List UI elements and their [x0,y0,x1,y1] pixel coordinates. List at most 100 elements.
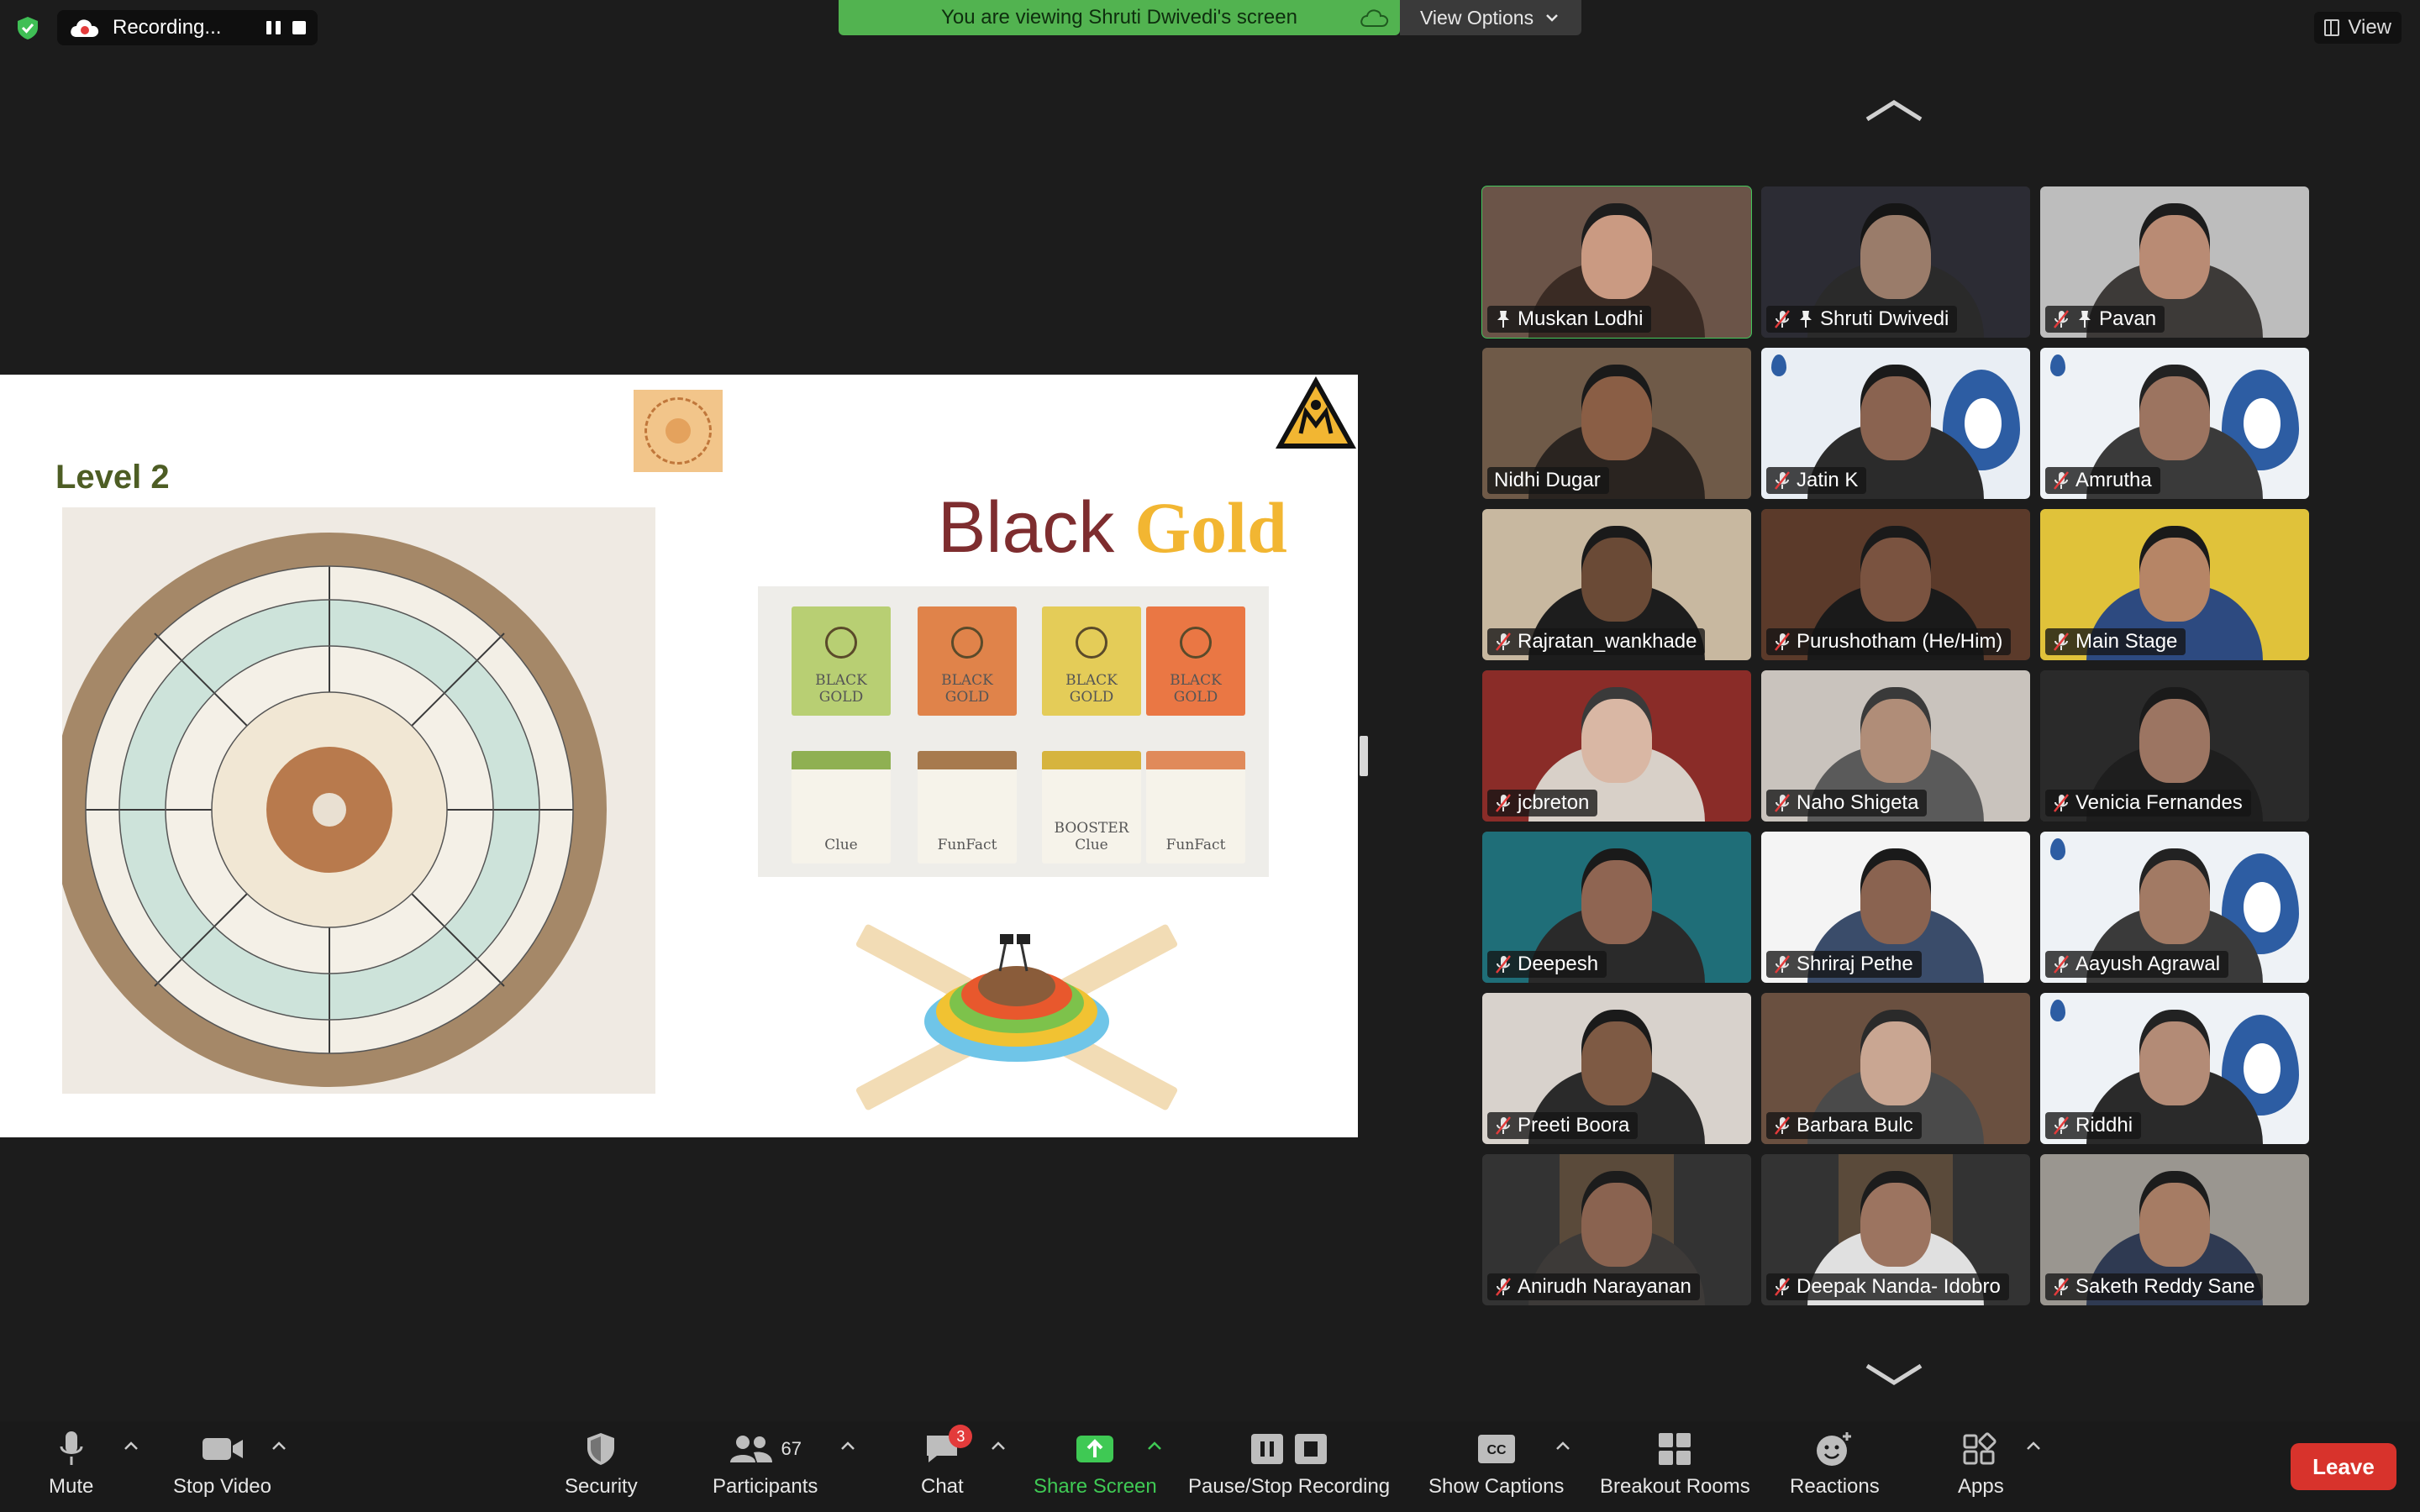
smiley-plus-icon [1817,1432,1852,1466]
corner-logo [2050,838,2065,860]
participant-name: Anirudh Narayanan [1518,1275,1691,1298]
share-options-chevron-icon[interactable] [1146,1440,1163,1452]
gallery-previous-page-icon[interactable] [1862,97,1926,123]
view-options-dropdown[interactable]: View Options [1400,0,1581,35]
participant-tile[interactable]: jcbreton [1482,670,1751,822]
participant-tile[interactable]: Nidhi Dugar [1482,348,1751,499]
participant-tile[interactable]: Purushotham (He/Him) [1761,509,2030,660]
participant-name: Jatin K [1797,469,1859,491]
video-options-chevron-icon[interactable] [271,1440,287,1452]
participant-tile[interactable]: Riddhi [2040,993,2309,1144]
mic-muted-icon [2054,310,2069,328]
participant-face [2139,1021,2210,1105]
security-label: Security [565,1475,638,1498]
pause-stop-recording-button[interactable]: Pause/Stop Recording [1188,1430,1390,1499]
mute-button[interactable]: Mute [49,1430,93,1499]
participant-nameplate: Aayush Agrawal [2045,951,2229,978]
panel-resize-handle[interactable] [1360,736,1368,776]
mic-muted-icon [1496,794,1511,812]
participant-tile[interactable]: Saketh Reddy Sane [2040,1154,2309,1305]
participant-tile[interactable]: Venicia Fernandes [2040,670,2309,822]
participant-face [2139,860,2210,944]
stop-video-button[interactable]: Stop Video [173,1430,271,1499]
reactions-button[interactable]: Reactions [1790,1430,1880,1499]
gallery-next-page-icon[interactable] [1862,1362,1926,1388]
mic-muted-icon [1775,794,1790,812]
mic-muted-icon [2054,794,2069,812]
chat-options-chevron-icon[interactable] [990,1440,1007,1452]
black-gold-card: BLACK GOLD [792,606,891,716]
participant-nameplate: Preeti Boora [1487,1112,1639,1139]
participant-tile[interactable]: Main Stage [2040,509,2309,660]
participant-name: Shriraj Pethe [1797,953,1913,975]
video-camera-icon [202,1438,243,1460]
stop-icon [1295,1434,1328,1464]
participant-name: Aayush Agrawal [2075,953,2221,975]
participant-tile[interactable]: Muskan Lodhi [1481,186,1752,339]
share-screen-button[interactable]: Share Screen [1034,1430,1157,1499]
breakout-rooms-button[interactable]: Breakout Rooms [1600,1430,1750,1499]
participant-tile[interactable]: Barbara Bulc [1761,993,2030,1144]
black-gold-card: BLACK GOLD [1042,606,1141,716]
participant-tile[interactable]: Amrutha [2040,348,2309,499]
pause-recording-icon[interactable] [266,21,281,34]
participant-tile[interactable]: Preeti Boora [1482,993,1751,1144]
participant-tile[interactable]: Deepak Nanda- Idobro [1761,1154,2030,1305]
participant-name: Amrutha [2075,469,2152,491]
participant-face [2139,699,2210,783]
pin-icon [2079,311,2091,328]
participant-face [1581,1021,1652,1105]
pause-icon [1251,1434,1284,1464]
apps-options-chevron-icon[interactable] [2025,1440,2042,1452]
participant-tile[interactable]: Aayush Agrawal [2040,832,2309,983]
participant-face [1860,699,1931,783]
participant-name: Deepak Nanda- Idobro [1797,1275,2001,1298]
leave-button[interactable]: Leave [2291,1443,2396,1490]
apps-button[interactable]: Apps [1958,1430,2004,1499]
black-gold-card: BLACK GOLD [1146,606,1245,716]
captions-options-chevron-icon[interactable] [1555,1440,1571,1452]
mic-muted-icon [1775,471,1790,490]
mic-muted-icon [2054,471,2069,490]
audio-options-chevron-icon[interactable] [123,1440,139,1452]
participant-face [2139,376,2210,460]
clue-cards-photo: BLACK GOLD BLACK GOLD BLACK GOLD BLACK GOLD … [758,586,1269,877]
cc-glyph-text: CC [1486,1443,1507,1457]
stop-recording-icon[interactable] [292,21,306,34]
participant-nameplate: Amrutha [2045,467,2160,494]
mic-muted-icon [2054,955,2069,974]
participant-tile[interactable]: Shruti Dwivedi [1761,186,2030,338]
pin-icon [1800,311,1812,328]
security-button[interactable]: Security [565,1430,638,1499]
encryption-shield-icon[interactable] [15,15,40,40]
participant-name: Barbara Bulc [1797,1114,1913,1137]
show-captions-label: Show Captions [1428,1475,1565,1498]
slide-title: Black Gold [938,486,1287,570]
chat-button[interactable]: 3 Chat [921,1425,973,1499]
view-options-label: View Options [1420,6,1534,29]
participant-tile[interactable]: Shriraj Pethe [1761,832,2030,983]
participants-options-chevron-icon[interactable] [839,1440,856,1452]
breakout-rooms-grid-icon [1659,1433,1691,1465]
emblem-logo [1276,376,1356,449]
shared-screen-slide: Level 2 Black Gold BLACK GOLD BLACK GOLD… [0,375,1358,1137]
show-captions-button[interactable]: CC Show Captions [1428,1430,1564,1499]
participant-face [1581,1183,1652,1267]
participant-name: Riddhi [2075,1114,2133,1137]
closed-captions-icon: CC [1477,1435,1515,1463]
reactions-label: Reactions [1790,1475,1880,1498]
participant-nameplate: Jatin K [1766,467,1867,494]
participant-face [1860,860,1931,944]
participant-face [1581,860,1652,944]
view-layout-button[interactable]: View [2314,12,2402,44]
participant-face [2139,215,2210,299]
participant-tile[interactable]: Rajratan_wankhade [1482,509,1751,660]
participant-tile[interactable]: Anirudh Narayanan [1482,1154,1751,1305]
participant-tile[interactable]: Deepesh [1482,832,1751,983]
participant-tile[interactable]: Pavan [2040,186,2309,338]
participants-button[interactable]: 67 Participants [713,1430,818,1499]
participant-tile[interactable]: Naho Shigeta [1761,670,2030,822]
mic-muted-icon [1775,1278,1790,1296]
participant-tile[interactable]: Jatin K [1761,348,2030,499]
participant-face [1860,538,1931,622]
